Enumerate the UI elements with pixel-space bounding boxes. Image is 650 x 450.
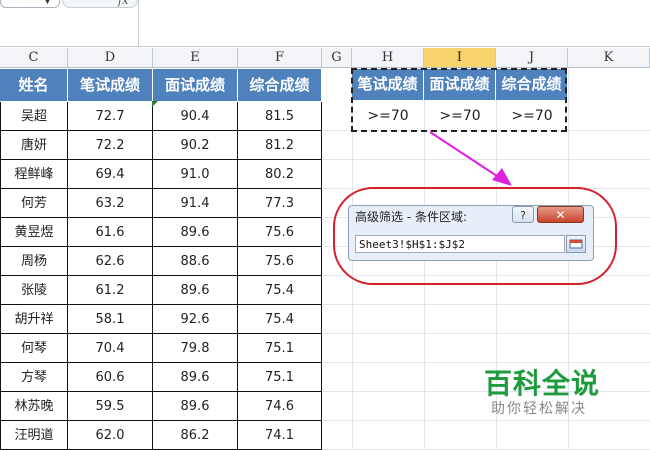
table-cell[interactable]: 75.6 — [238, 247, 322, 276]
table-cell[interactable]: 89.6 — [153, 392, 238, 421]
table-cell[interactable]: 汪明道 — [0, 421, 68, 450]
column-header-k[interactable]: K — [568, 48, 650, 68]
marching-ants-border — [351, 68, 567, 132]
column-header-j[interactable]: J — [496, 48, 568, 68]
table-cell[interactable]: 林苏晚 — [0, 392, 68, 421]
table-cell[interactable]: 91.4 — [153, 189, 238, 218]
column-header-h[interactable]: H — [352, 48, 424, 68]
pointer-arrow-icon — [429, 131, 512, 186]
grid-line — [322, 420, 650, 421]
table-cell[interactable]: 吴超 — [0, 102, 68, 131]
table-cell[interactable]: 胡升祥 — [0, 305, 68, 334]
divider — [138, 0, 139, 47]
watermark-logo: 百科全说 — [484, 367, 601, 400]
watermark-subtitle: 助你轻松解决 — [491, 401, 587, 417]
table-cell[interactable]: 91.0 — [153, 160, 238, 189]
column-header-i[interactable]: I — [424, 48, 496, 68]
table-cell[interactable]: 唐妍 — [0, 131, 68, 160]
table-cell[interactable]: 88.6 — [153, 247, 238, 276]
table-cell[interactable]: 92.6 — [153, 305, 238, 334]
table-cell[interactable]: 77.3 — [238, 189, 322, 218]
table-cell[interactable]: 74.1 — [238, 421, 322, 450]
table-cell[interactable]: 58.1 — [68, 305, 153, 334]
table-cell[interactable]: 81.5 — [238, 102, 322, 131]
fx-icon[interactable]: fx — [118, 0, 128, 7]
column-header-g[interactable]: G — [322, 48, 352, 68]
table-cell[interactable]: 89.6 — [153, 363, 238, 392]
table-cell[interactable]: 61.6 — [68, 218, 153, 247]
table-cell[interactable]: 何琴 — [0, 334, 68, 363]
expand-dialog-button[interactable] — [566, 235, 586, 253]
table-header[interactable]: 姓名 — [0, 69, 68, 101]
table-cell[interactable]: 75.4 — [238, 305, 322, 334]
table-cell[interactable]: 60.6 — [68, 363, 153, 392]
column-header-d[interactable]: D — [68, 48, 153, 68]
table-cell[interactable]: 黄昱煜 — [0, 218, 68, 247]
table-cell[interactable]: 81.2 — [238, 131, 322, 160]
grid-line — [322, 304, 650, 305]
column-header-c[interactable]: C — [0, 48, 68, 68]
table-cell[interactable]: 62.0 — [68, 421, 153, 450]
table-cell[interactable]: 89.6 — [153, 218, 238, 247]
table-header[interactable]: 笔试成绩 — [68, 69, 153, 101]
table-cell[interactable]: 75.4 — [238, 276, 322, 305]
criteria-range-input[interactable]: Sheet3!$H$1:$J$2 — [355, 235, 565, 253]
chevron-down-icon[interactable]: ▼ — [44, 0, 51, 6]
table-cell[interactable]: 90.4 — [153, 102, 238, 131]
table-header[interactable]: 综合成绩 — [238, 69, 322, 101]
table-cell[interactable]: 张陵 — [0, 276, 68, 305]
table-cell[interactable]: 方琴 — [0, 363, 68, 392]
table-cell[interactable]: 59.5 — [68, 392, 153, 421]
table-cell[interactable]: 69.4 — [68, 160, 153, 189]
error-indicator-icon — [152, 101, 158, 107]
table-cell[interactable]: 75.1 — [238, 363, 322, 392]
table-header[interactable]: 面试成绩 — [153, 69, 238, 101]
help-button[interactable]: ? — [512, 206, 534, 223]
column-header-e[interactable]: E — [153, 48, 238, 68]
dialog-title: 高级筛选 - 条件区域: — [355, 210, 468, 224]
table-cell[interactable]: 90.2 — [153, 131, 238, 160]
table-cell[interactable]: 72.2 — [68, 131, 153, 160]
table-cell[interactable]: 70.4 — [68, 334, 153, 363]
table-cell[interactable]: 86.2 — [153, 421, 238, 450]
grid-line — [322, 333, 650, 334]
table-cell[interactable]: 79.8 — [153, 334, 238, 363]
table-cell[interactable]: 61.2 — [68, 276, 153, 305]
table-cell[interactable]: 75.1 — [238, 334, 322, 363]
table-cell[interactable]: 程鲜峰 — [0, 160, 68, 189]
table-cell[interactable]: 74.6 — [238, 392, 322, 421]
table-cell[interactable]: 周杨 — [0, 247, 68, 276]
table-cell[interactable]: 63.2 — [68, 189, 153, 218]
table-cell[interactable]: 72.7 — [68, 102, 153, 131]
column-header-f[interactable]: F — [238, 48, 322, 68]
table-cell[interactable]: 89.6 — [153, 276, 238, 305]
range-select-icon — [569, 239, 583, 249]
table-cell[interactable]: 80.2 — [238, 160, 322, 189]
table-cell[interactable]: 62.6 — [68, 247, 153, 276]
table-cell[interactable]: 何芳 — [0, 189, 68, 218]
close-button[interactable]: ✕ — [537, 206, 584, 223]
table-cell[interactable]: 75.6 — [238, 218, 322, 247]
name-box[interactable] — [0, 0, 60, 8]
